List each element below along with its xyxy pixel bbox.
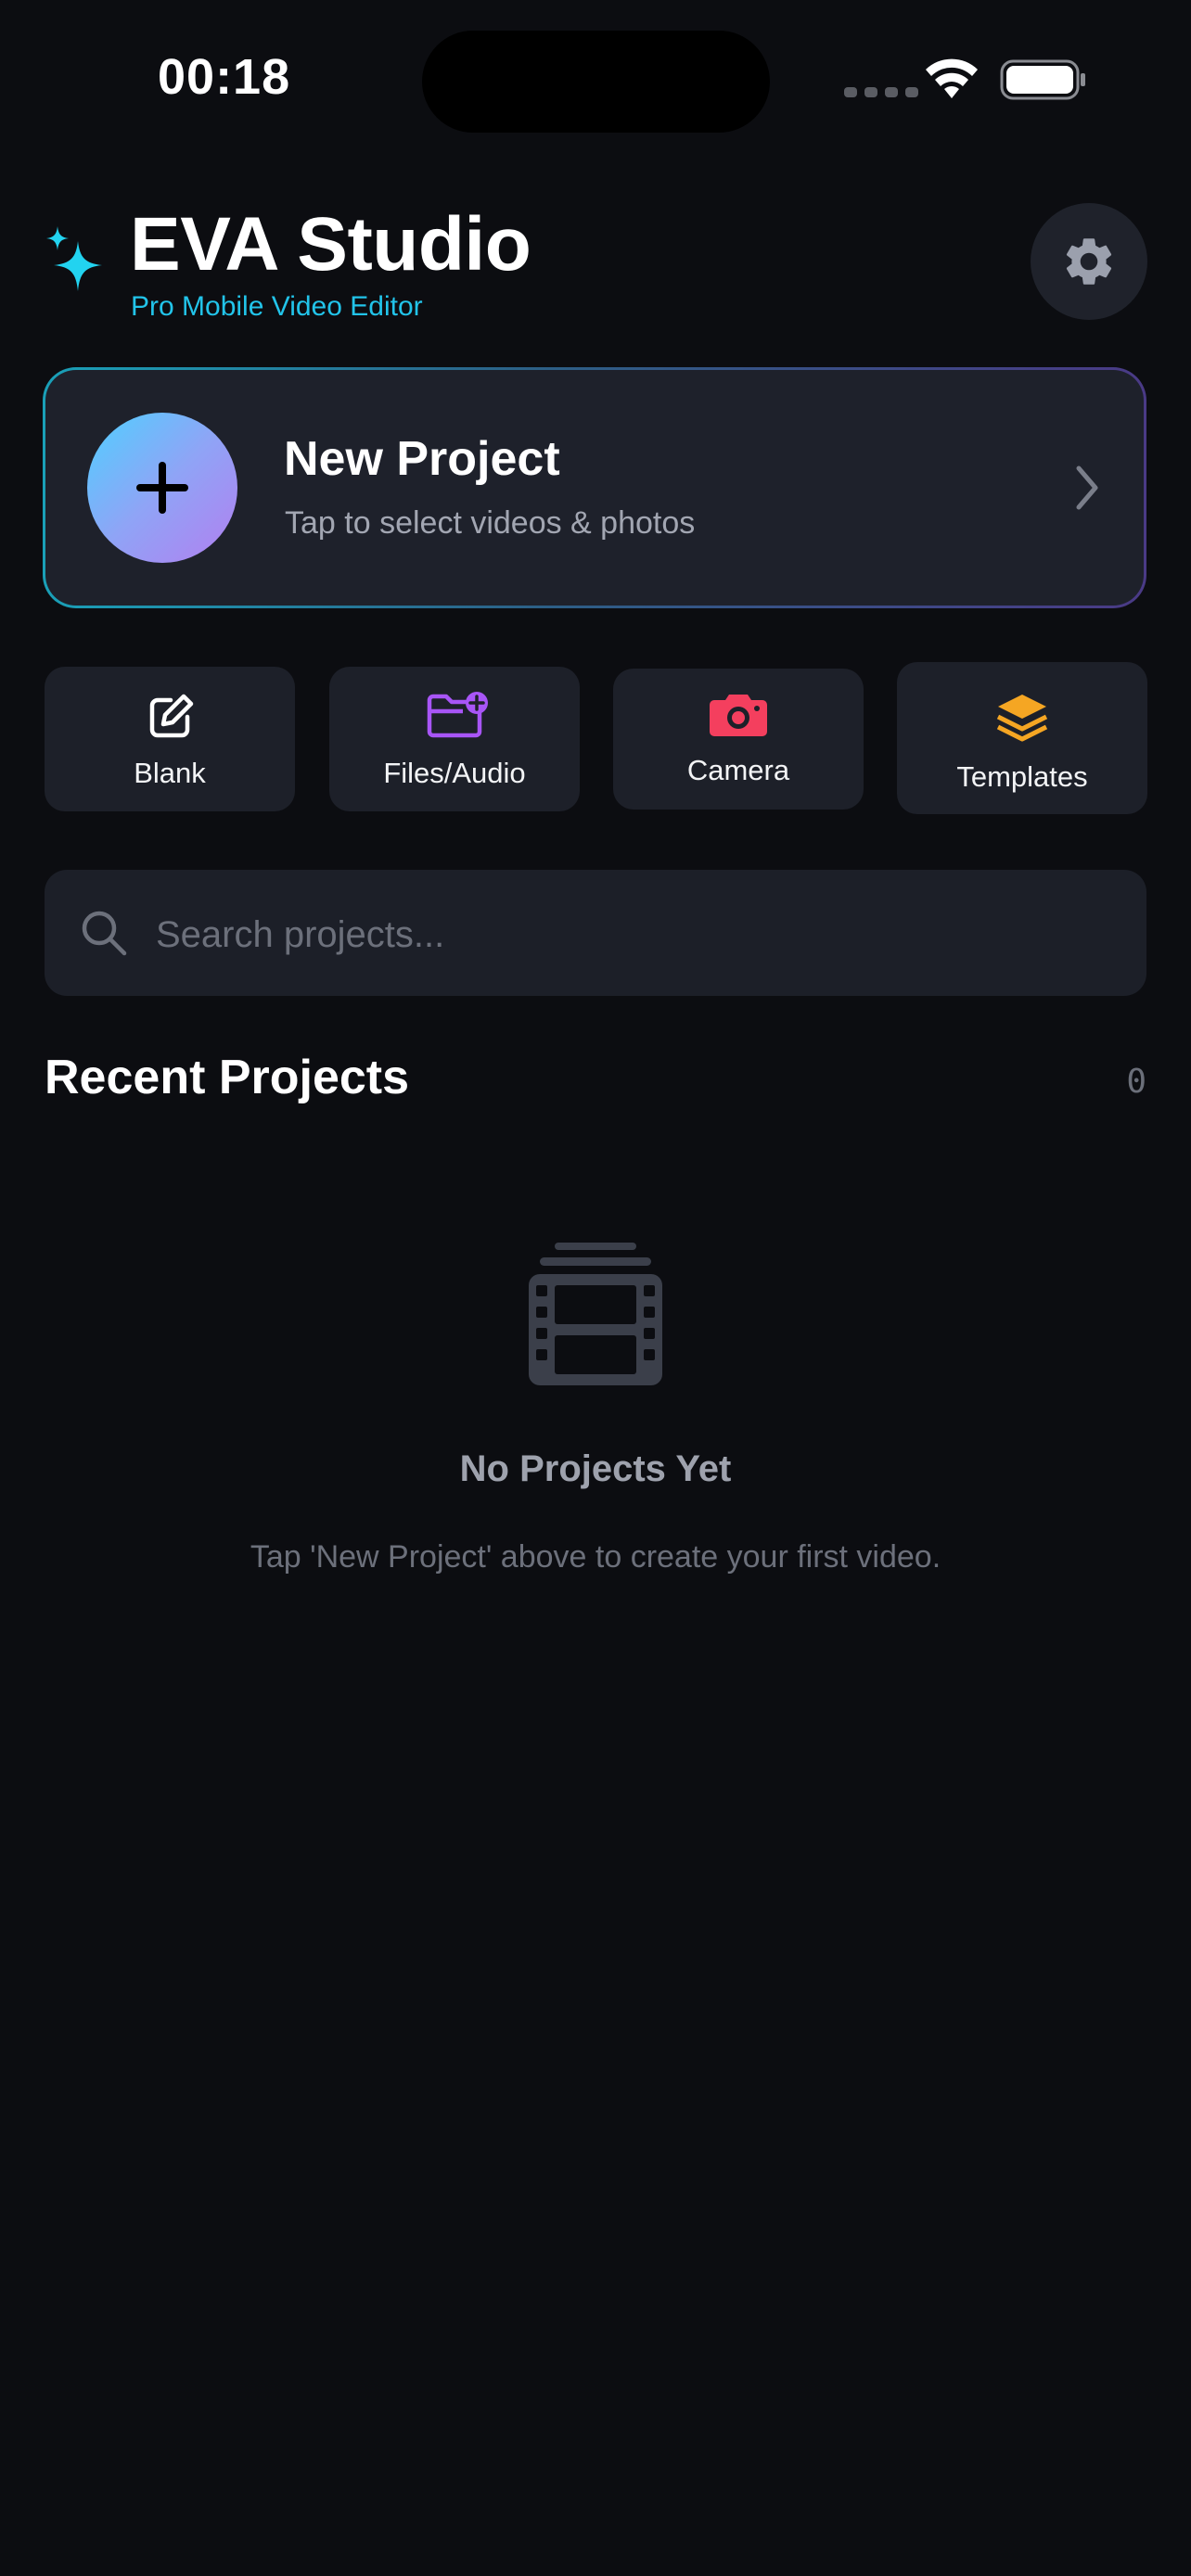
action-label: Blank — [134, 757, 206, 789]
edit-icon — [147, 693, 195, 746]
blank-button[interactable]: Blank — [45, 667, 295, 811]
recent-projects-count: 0 — [1126, 1063, 1146, 1101]
empty-state-description: Tap 'New Project' above to create your f… — [250, 1539, 941, 1575]
film-icon — [525, 1241, 666, 1396]
templates-button[interactable]: Templates — [897, 662, 1147, 814]
action-label: Camera — [686, 754, 790, 786]
settings-button[interactable] — [1031, 203, 1147, 320]
new-project-title: New Project — [284, 432, 560, 486]
app-subtitle: Pro Mobile Video Editor — [131, 291, 423, 322]
new-project-subtitle: Tap to select videos & photos — [285, 505, 696, 541]
camera-button[interactable]: Camera — [613, 669, 864, 810]
battery-icon — [1000, 59, 1087, 105]
action-label: Files/Audio — [383, 757, 526, 789]
empty-state-title: No Projects Yet — [459, 1448, 732, 1489]
recent-projects-title: Recent Projects — [45, 1051, 410, 1104]
app-title: EVA Studio — [130, 202, 531, 287]
search-input[interactable] — [154, 901, 1085, 968]
cellular-signal-icon — [844, 87, 918, 97]
wifi-icon — [924, 57, 980, 105]
dynamic-island — [422, 31, 770, 133]
add-icon — [87, 413, 237, 563]
action-label: Templates — [956, 760, 1088, 793]
sparkle-icon — [45, 224, 106, 300]
gear-icon — [1066, 238, 1112, 285]
chevron-right-icon — [1073, 465, 1101, 516]
files-audio-button[interactable]: Files/Audio — [329, 667, 580, 811]
status-time: 00:18 — [158, 49, 291, 105]
new-project-card[interactable]: New Project Tap to select videos & photo… — [43, 367, 1146, 608]
search-icon — [80, 909, 128, 962]
search-bar[interactable] — [45, 870, 1146, 996]
folder-plus-icon — [426, 691, 491, 744]
camera-icon — [709, 691, 768, 742]
layers-icon — [995, 692, 1049, 750]
